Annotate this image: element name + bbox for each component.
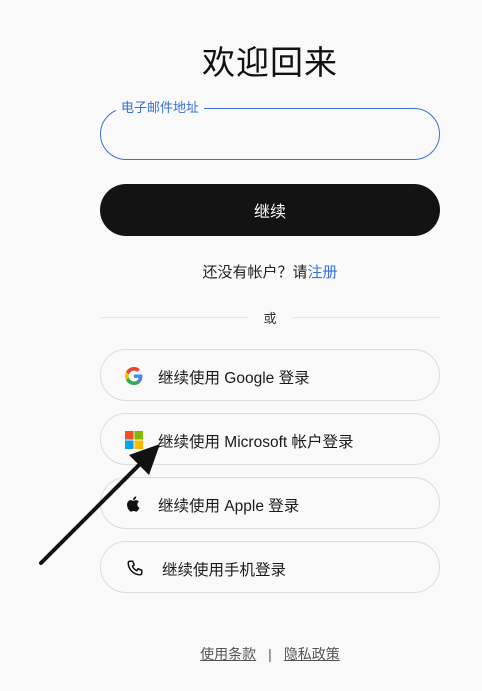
google-login-label: 继续使用 Google 登录 (158, 370, 310, 387)
phone-login-label: 继续使用手机登录 (162, 562, 287, 579)
google-login-button[interactable]: 继续使用 Google 登录 (100, 349, 440, 401)
email-input[interactable] (119, 123, 421, 147)
phone-login-button[interactable]: 继续使用手机登录 (100, 541, 440, 593)
apple-login-button[interactable]: 继续使用 Apple 登录 (100, 477, 440, 529)
or-divider: 或 (100, 307, 440, 327)
email-field-label: 电子邮件地址 (116, 100, 205, 116)
google-icon (125, 367, 143, 385)
divider-line-right (292, 317, 440, 318)
microsoft-login-button[interactable]: 继续使用 Microsoft 帐户登录 (100, 413, 440, 465)
email-field[interactable]: 电子邮件地址 (100, 100, 440, 160)
phone-icon (127, 560, 143, 576)
page-title: 欢迎回来 (202, 44, 338, 81)
footer-separator: | (268, 646, 272, 662)
apple-login-label: 继续使用 Apple 登录 (158, 498, 300, 515)
privacy-link[interactable]: 隐私政策 (284, 646, 340, 662)
apple-icon (127, 496, 140, 512)
signup-prompt-text: 还没有帐户？请 (202, 264, 308, 281)
signup-link[interactable]: 注册 (308, 264, 338, 281)
continue-button[interactable]: 继续 (100, 184, 440, 236)
terms-link[interactable]: 使用条款 (200, 646, 256, 662)
microsoft-icon (125, 431, 143, 449)
signup-prompt: 还没有帐户？请注册 (100, 261, 440, 282)
footer: 使用条款 | 隐私政策 (100, 644, 440, 664)
microsoft-login-label: 继续使用 Microsoft 帐户登录 (158, 434, 354, 451)
